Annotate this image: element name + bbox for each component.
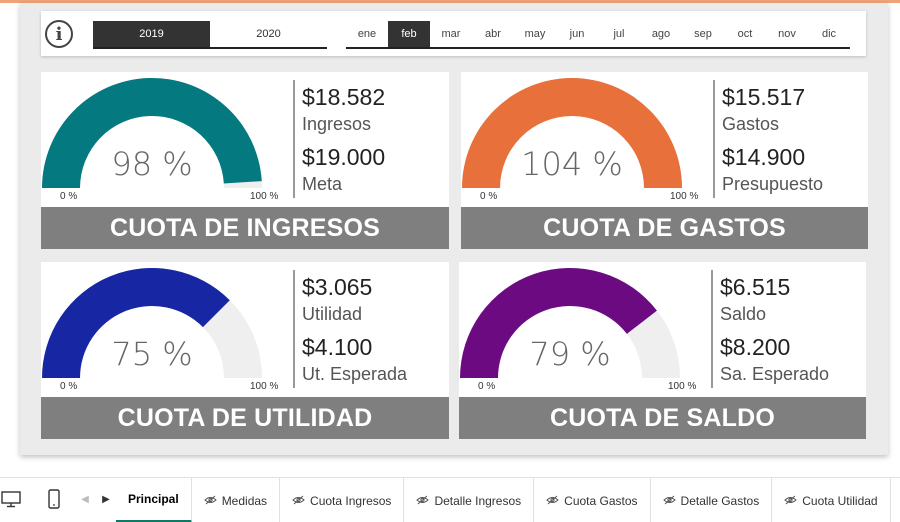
gauge-percent: 75 % — [111, 335, 193, 373]
tab-cuota-ingresos[interactable]: Cuota Ingresos — [280, 478, 405, 522]
month-slicer: ene feb mar abr may jun jul ago sep oct nov dic — [346, 21, 850, 49]
kpi-title-banner[interactable]: CUOTA DE GASTOS — [461, 207, 868, 249]
month-option-abr[interactable]: abr — [472, 21, 514, 49]
kpi-actual-value: $6.515 — [720, 274, 791, 300]
tab-label: Cuota Ingresos — [310, 493, 392, 508]
kpi-card[interactable]: 79 % 0 % 100 % $6.515 Saldo $8.200 Sa. Esperad… — [459, 262, 866, 439]
card-divider — [711, 270, 713, 388]
kpi-actual-label: Utilidad — [302, 304, 363, 324]
tab-label: Detalle Gastos — [680, 493, 760, 508]
kpi-actual-label: Ingresos — [302, 114, 372, 134]
info-icon[interactable]: i — [45, 20, 73, 48]
kpi-title-banner[interactable]: CUOTA DE SALDO — [459, 397, 866, 439]
tab-medidas[interactable]: Medidas — [192, 478, 281, 522]
hidden-page-icon — [784, 494, 797, 508]
month-option-dic[interactable]: dic — [808, 21, 850, 49]
kpi-target-value: $8.200 — [720, 334, 791, 360]
month-option-feb[interactable]: feb — [388, 21, 430, 49]
kpi-target-value: $14.900 — [722, 144, 806, 170]
gauge-max-label: 100 % — [250, 381, 279, 392]
card-divider — [293, 270, 295, 388]
hidden-page-icon — [662, 494, 676, 508]
kpi-title-banner[interactable]: CUOTA DE INGRESOS — [41, 207, 449, 249]
kpi-title-banner[interactable]: CUOTA DE UTILIDAD — [41, 397, 449, 439]
gauge-max-label: 100 % — [250, 191, 279, 202]
slicer-bar: i 2019 2020 ene feb mar abr may jun jul ago sep oc… — [41, 11, 866, 56]
kpi-target-label: Meta — [302, 174, 343, 194]
month-option-ago[interactable]: ago — [640, 21, 682, 49]
phone-layout-icon[interactable] — [46, 486, 62, 512]
gauge-percent: 98 % — [111, 145, 193, 183]
tab-principal[interactable]: Principal — [116, 478, 192, 522]
tab-label: Cuota Gastos — [564, 493, 638, 508]
gauge-min-label: 0 % — [60, 381, 78, 392]
tab-label: Medidas — [221, 493, 268, 508]
year-slicer: 2019 2020 — [93, 21, 327, 49]
tab-cuota-gastos[interactable]: Cuota Gastos — [534, 478, 651, 522]
gauge-max-label: 100 % — [668, 381, 697, 392]
chevron-left-icon[interactable]: ◀ — [80, 486, 90, 512]
tab-label: Principal — [128, 492, 179, 506]
gauge-min-label: 0 % — [60, 191, 78, 202]
month-option-oct[interactable]: oct — [724, 21, 766, 49]
month-option-jun[interactable]: jun — [556, 21, 598, 49]
kpi-target-label: Presupuesto — [722, 174, 824, 194]
kpi-card[interactable]: 98 % 0 % 100 % $18.582 Ingresos $19.000 Meta CU… — [41, 72, 449, 249]
month-option-sep[interactable]: sep — [682, 21, 724, 49]
card-divider — [713, 80, 715, 198]
hidden-page-icon — [416, 494, 430, 508]
hidden-page-icon — [546, 494, 559, 508]
kpi-target-value: $19.000 — [302, 144, 386, 170]
kpi-card[interactable]: 104 % 0 % 100 % $15.517 Gastos $14.900 Presupu… — [461, 72, 868, 249]
gauge-max-label: 100 % — [670, 191, 699, 202]
kpi-target-label: Ut. Esperada — [302, 364, 408, 384]
card-divider — [293, 80, 295, 198]
tab-detalle-gastos[interactable]: Detalle Gastos — [651, 478, 773, 522]
year-option-2020[interactable]: 2020 — [210, 21, 327, 49]
month-option-ene[interactable]: ene — [346, 21, 388, 49]
month-option-nov[interactable]: nov — [766, 21, 808, 49]
month-option-mar[interactable]: mar — [430, 21, 472, 49]
kpi-actual-value: $15.517 — [722, 84, 806, 110]
tab-label: Detalle Ingresos — [434, 493, 522, 508]
kpi-actual-label: Gastos — [722, 114, 780, 134]
page-tab-bar: ◀ ▶ Principal Medidas Cuota Ingresos Detall… — [0, 477, 900, 522]
gauge-percent: 79 % — [529, 335, 611, 373]
month-option-may[interactable]: may — [514, 21, 556, 49]
hidden-page-icon — [203, 494, 217, 508]
kpi-target-label: Sa. Esperado — [720, 364, 830, 384]
kpi-target-value: $4.100 — [302, 334, 373, 360]
desktop-layout-icon[interactable] — [0, 486, 22, 512]
kpi-actual-value: $18.582 — [302, 84, 386, 110]
kpi-actual-label: Saldo — [720, 304, 767, 324]
kpi-actual-value: $3.065 — [302, 274, 373, 300]
tab-cuota-utilidad[interactable]: Cuota Utilidad — [772, 478, 891, 522]
tab-label: Cuota Utilidad — [802, 493, 878, 508]
kpi-card[interactable]: 75 % 0 % 100 % $3.065 Utilidad $4.100 Ut. Espe… — [41, 262, 449, 439]
hidden-page-icon — [292, 494, 305, 508]
page-tabs: Principal Medidas Cuota Ingresos Detalle In… — [116, 478, 891, 522]
chevron-right-icon[interactable]: ▶ — [101, 486, 111, 512]
gauge-percent: 104 % — [521, 145, 623, 183]
gauge-min-label: 0 % — [478, 381, 496, 392]
year-option-2019[interactable]: 2019 — [93, 21, 210, 49]
tab-detalle-ingresos[interactable]: Detalle Ingresos — [404, 478, 535, 522]
gauge-min-label: 0 % — [480, 191, 498, 202]
month-option-jul[interactable]: jul — [598, 21, 640, 49]
